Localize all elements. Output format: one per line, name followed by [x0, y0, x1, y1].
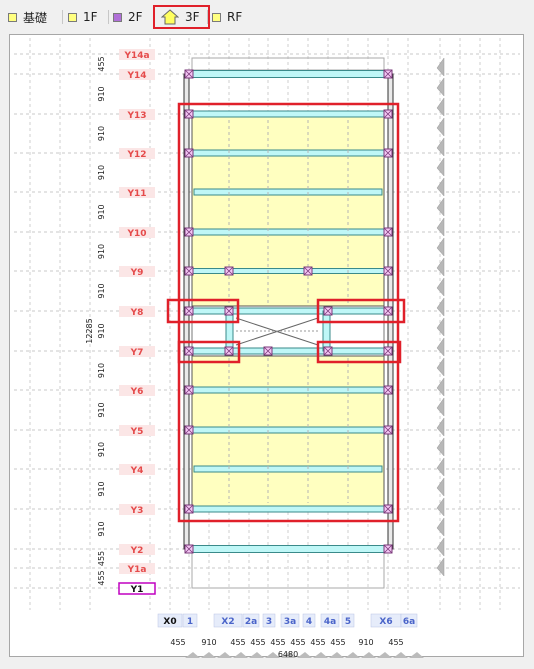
x-grid-label: X0 — [163, 617, 176, 627]
y-dimension: 455 — [97, 570, 106, 585]
y-dimension: 910 — [97, 283, 106, 298]
beam-vertical — [225, 310, 234, 352]
slope-marker — [185, 652, 200, 658]
y-dimension: 910 — [97, 126, 106, 141]
y-grid-label: Y6 — [130, 387, 144, 397]
y-grid-label: Y13 — [126, 111, 146, 121]
y-dimension: 910 — [97, 402, 106, 417]
slope-marker — [436, 357, 445, 377]
y-grid-label: Y12 — [126, 150, 146, 160]
x-dimension: 455 — [270, 638, 285, 647]
y-grid-label: Y1 — [130, 585, 144, 595]
x-grid-label: 2a — [245, 617, 257, 627]
y-grid-label: Y14 — [126, 71, 146, 81]
y-grid-label: Y1a — [127, 565, 147, 575]
beam — [193, 465, 383, 473]
slope-marker — [329, 652, 344, 658]
beam — [188, 545, 389, 553]
y-axis-labels: Y14a Y14 Y13 Y12 Y11 Y10 Y9 Y8 Y7 Y6 Y5 Y4 Y3 Y2 Y1a Y1… — [85, 49, 156, 595]
x-dimension: 455 — [310, 638, 325, 647]
y-grid-label: Y11 — [126, 189, 146, 199]
y-grid-label: Y2 — [130, 546, 144, 556]
slope-marker — [249, 652, 264, 658]
x-grid-label: 5 — [345, 617, 351, 627]
y-dimension: 910 — [97, 323, 106, 338]
beam — [188, 110, 389, 118]
beam — [188, 505, 389, 513]
x-grid-label: 3a — [284, 617, 296, 627]
beam — [188, 307, 389, 315]
y-grid-label: Y14a — [123, 51, 149, 61]
slope-marker — [436, 417, 445, 437]
x-dimension: 455 — [250, 638, 265, 647]
beam — [188, 70, 389, 78]
x-grid-label: 4a — [324, 617, 336, 627]
slope-marker — [345, 652, 360, 658]
y-grid-label: Y3 — [130, 506, 144, 516]
slope-marker — [436, 177, 445, 197]
beam — [193, 188, 383, 196]
floor-slab-upper — [191, 116, 385, 307]
y-dimension: 910 — [97, 481, 106, 496]
y-total-dimension: 12285 — [85, 318, 94, 343]
beam-vertical — [322, 310, 331, 352]
beam — [188, 149, 389, 157]
slope-marker — [436, 297, 445, 317]
beam — [188, 347, 389, 355]
slope-marker — [409, 652, 424, 658]
slope-marker — [436, 237, 445, 257]
y-dimension: 910 — [97, 86, 106, 101]
y-dimension: 455 — [97, 551, 106, 566]
slope-marker — [436, 117, 445, 137]
x-dimension: 455 — [170, 638, 185, 647]
slope-marker — [313, 652, 328, 658]
y-dimension: 910 — [97, 244, 106, 259]
y-dimension: 910 — [97, 363, 106, 378]
y-grid-label: Y10 — [126, 229, 146, 239]
x-dimension: 455 — [388, 638, 403, 647]
slope-marker — [393, 652, 408, 658]
y-dimension: 910 — [97, 204, 106, 219]
slope-marker — [217, 652, 232, 658]
slope-marker — [233, 652, 248, 658]
slope-marker — [361, 652, 376, 658]
x-grid-label: 4 — [306, 617, 312, 627]
beam — [188, 426, 389, 434]
x-total-dimension: 6480 — [278, 650, 298, 659]
y-grid-label: Y5 — [130, 427, 144, 437]
structural-plan-canvas[interactable]: Y14aY14Y13Y12Y11Y10Y9Y8Y7Y6Y5Y4Y3Y2Y1aY1… — [0, 0, 534, 669]
slope-marker — [436, 477, 445, 497]
x-dimension: 455 — [290, 638, 305, 647]
x-grid-label: 1 — [187, 617, 193, 627]
y-grid-label: Y9 — [130, 268, 144, 278]
y-grid-label: Y7 — [130, 348, 144, 358]
x-dimension: 910 — [201, 638, 216, 647]
y-dimension: 910 — [97, 442, 106, 457]
beam — [188, 386, 389, 394]
slope-marker — [201, 652, 216, 658]
slope-marker — [436, 57, 445, 77]
y-dimension: 910 — [97, 165, 106, 180]
beam — [188, 228, 389, 236]
x-grid-label: 6a — [403, 617, 415, 627]
y-grid-label: Y8 — [130, 308, 144, 318]
x-dimension: 910 — [358, 638, 373, 647]
x-grid-label: X2 — [221, 617, 234, 627]
x-grid-label: X6 — [379, 617, 392, 627]
x-dimension: 455 — [330, 638, 345, 647]
y-dimension: 910 — [97, 521, 106, 536]
x-axis-labels: X0 1 X2 2a 3 3a 4 4a 5 X6 6a 455 910 455 455 455 455 455 4… — [157, 613, 418, 659]
y-grid-label: Y4 — [130, 466, 144, 476]
slope-marker — [377, 652, 392, 658]
slope-marker — [436, 537, 445, 557]
x-dimension: 455 — [230, 638, 245, 647]
outline-lower — [191, 551, 385, 589]
floor-plan-window: 基礎 1F 2F 3F RF Y14a Y14 Y13 Y12 Y11 Y10 Y9 Y8 Y7… — [0, 0, 534, 669]
slope-marker — [297, 652, 312, 658]
beam — [188, 268, 389, 274]
x-grid-label: 3 — [266, 617, 272, 627]
y-dimension: 455 — [97, 56, 106, 71]
